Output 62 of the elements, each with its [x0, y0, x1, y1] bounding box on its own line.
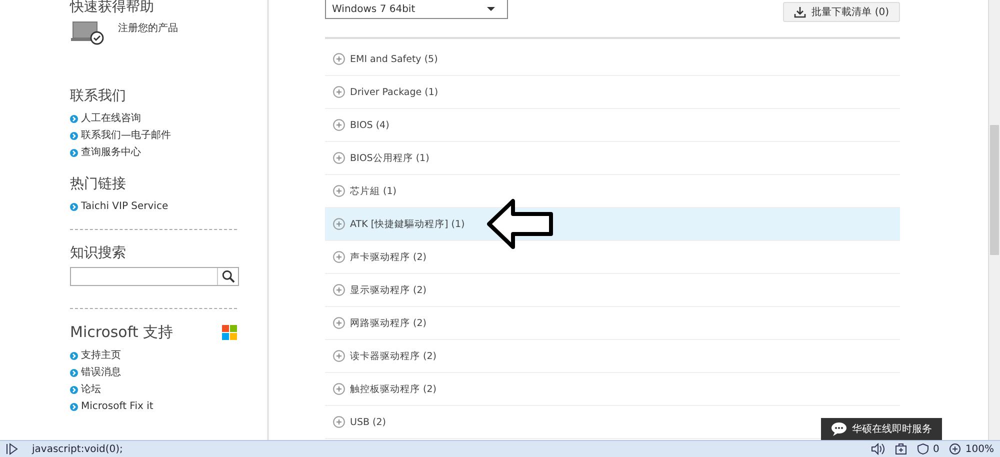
category-row[interactable]: 读卡器驱动程序 (2) — [325, 340, 900, 373]
expand-icon — [333, 317, 345, 329]
chat-bubble-icon — [831, 422, 847, 436]
expand-icon — [333, 350, 345, 362]
category-row[interactable]: 网路驱动程序 (2) — [325, 307, 900, 340]
shield-icon[interactable] — [917, 443, 930, 455]
bullet-icon — [70, 368, 78, 376]
bullet-icon — [70, 148, 78, 156]
register-link[interactable]: 注册您的产品 — [118, 21, 178, 35]
zoom-level[interactable]: 100% — [965, 444, 994, 454]
category-row[interactable]: Driver Package (1) — [325, 76, 900, 109]
sidebar-link[interactable]: 查询服务中心 — [70, 144, 237, 161]
category-row[interactable]: 触控板驱动程序 (2) — [325, 373, 900, 406]
toolbox-icon[interactable] — [895, 443, 908, 455]
category-row[interactable]: BIOS公用程序 (1) — [325, 142, 900, 175]
bullet-icon — [70, 386, 78, 394]
bullet-icon — [70, 114, 78, 122]
blocked-count: 0 — [933, 444, 940, 454]
sidebar-link[interactable]: 联系我们—电子邮件 — [70, 127, 237, 144]
expand-icon — [333, 53, 345, 65]
sidebar-link[interactable]: 人工在线咨询 — [70, 110, 237, 127]
download-icon — [794, 6, 806, 18]
bullet-icon — [70, 202, 78, 210]
chat-toast[interactable]: 华硕在线即时服务 — [821, 418, 942, 440]
sidebar-link[interactable]: Microsoft Fix it — [70, 398, 237, 415]
section-title: 热门链接 — [70, 175, 127, 193]
os-dropdown[interactable]: Windows 7 64bit — [325, 0, 508, 19]
expand-icon — [333, 152, 345, 164]
sidebar-link[interactable]: Taichi VIP Service — [70, 198, 237, 215]
category-row[interactable]: 声卡驱动程序 (2) — [325, 241, 900, 274]
zoom-icon[interactable] — [949, 443, 962, 455]
section-title: 联系我们 — [70, 87, 127, 105]
left-arrow-drawing — [487, 198, 555, 250]
status-url: javascript:void(0); — [32, 444, 123, 454]
bullet-icon — [70, 402, 78, 410]
windows-logo-icon — [222, 324, 237, 340]
sidebar-link[interactable]: 错误消息 — [70, 364, 237, 381]
expand-icon — [333, 185, 345, 197]
sidebar-link[interactable]: 论坛 — [70, 381, 237, 398]
scrollbar[interactable] — [988, 0, 1000, 440]
batch-download-button[interactable]: 批量下載清单 (0) — [782, 2, 900, 22]
laptop-icon — [70, 21, 104, 45]
sidebar-link[interactable]: 支持主页 — [70, 347, 237, 364]
expand-icon — [333, 383, 345, 395]
caret-icon — [487, 7, 495, 11]
expand-icon — [333, 284, 345, 296]
section-title: Microsoft 支持 — [70, 323, 174, 341]
play-icon[interactable] — [6, 443, 18, 455]
expand-icon — [333, 86, 345, 98]
expand-icon — [333, 416, 345, 428]
category-row[interactable]: EMI and Safety (5) — [325, 43, 900, 76]
expand-icon — [333, 218, 345, 230]
expand-icon — [333, 119, 345, 131]
category-row[interactable]: ATK [快捷鍵驅动程序] (1) — [325, 208, 900, 241]
speaker-icon[interactable] — [871, 443, 886, 455]
section-title: 知识搜索 — [70, 244, 127, 262]
bullet-icon — [70, 132, 78, 140]
expand-icon — [333, 251, 345, 263]
category-row[interactable]: 显示驱动程序 (2) — [325, 274, 900, 307]
search-field[interactable] — [70, 267, 239, 286]
category-row[interactable]: BIOS (4) — [325, 109, 900, 142]
bullet-icon — [70, 352, 78, 360]
